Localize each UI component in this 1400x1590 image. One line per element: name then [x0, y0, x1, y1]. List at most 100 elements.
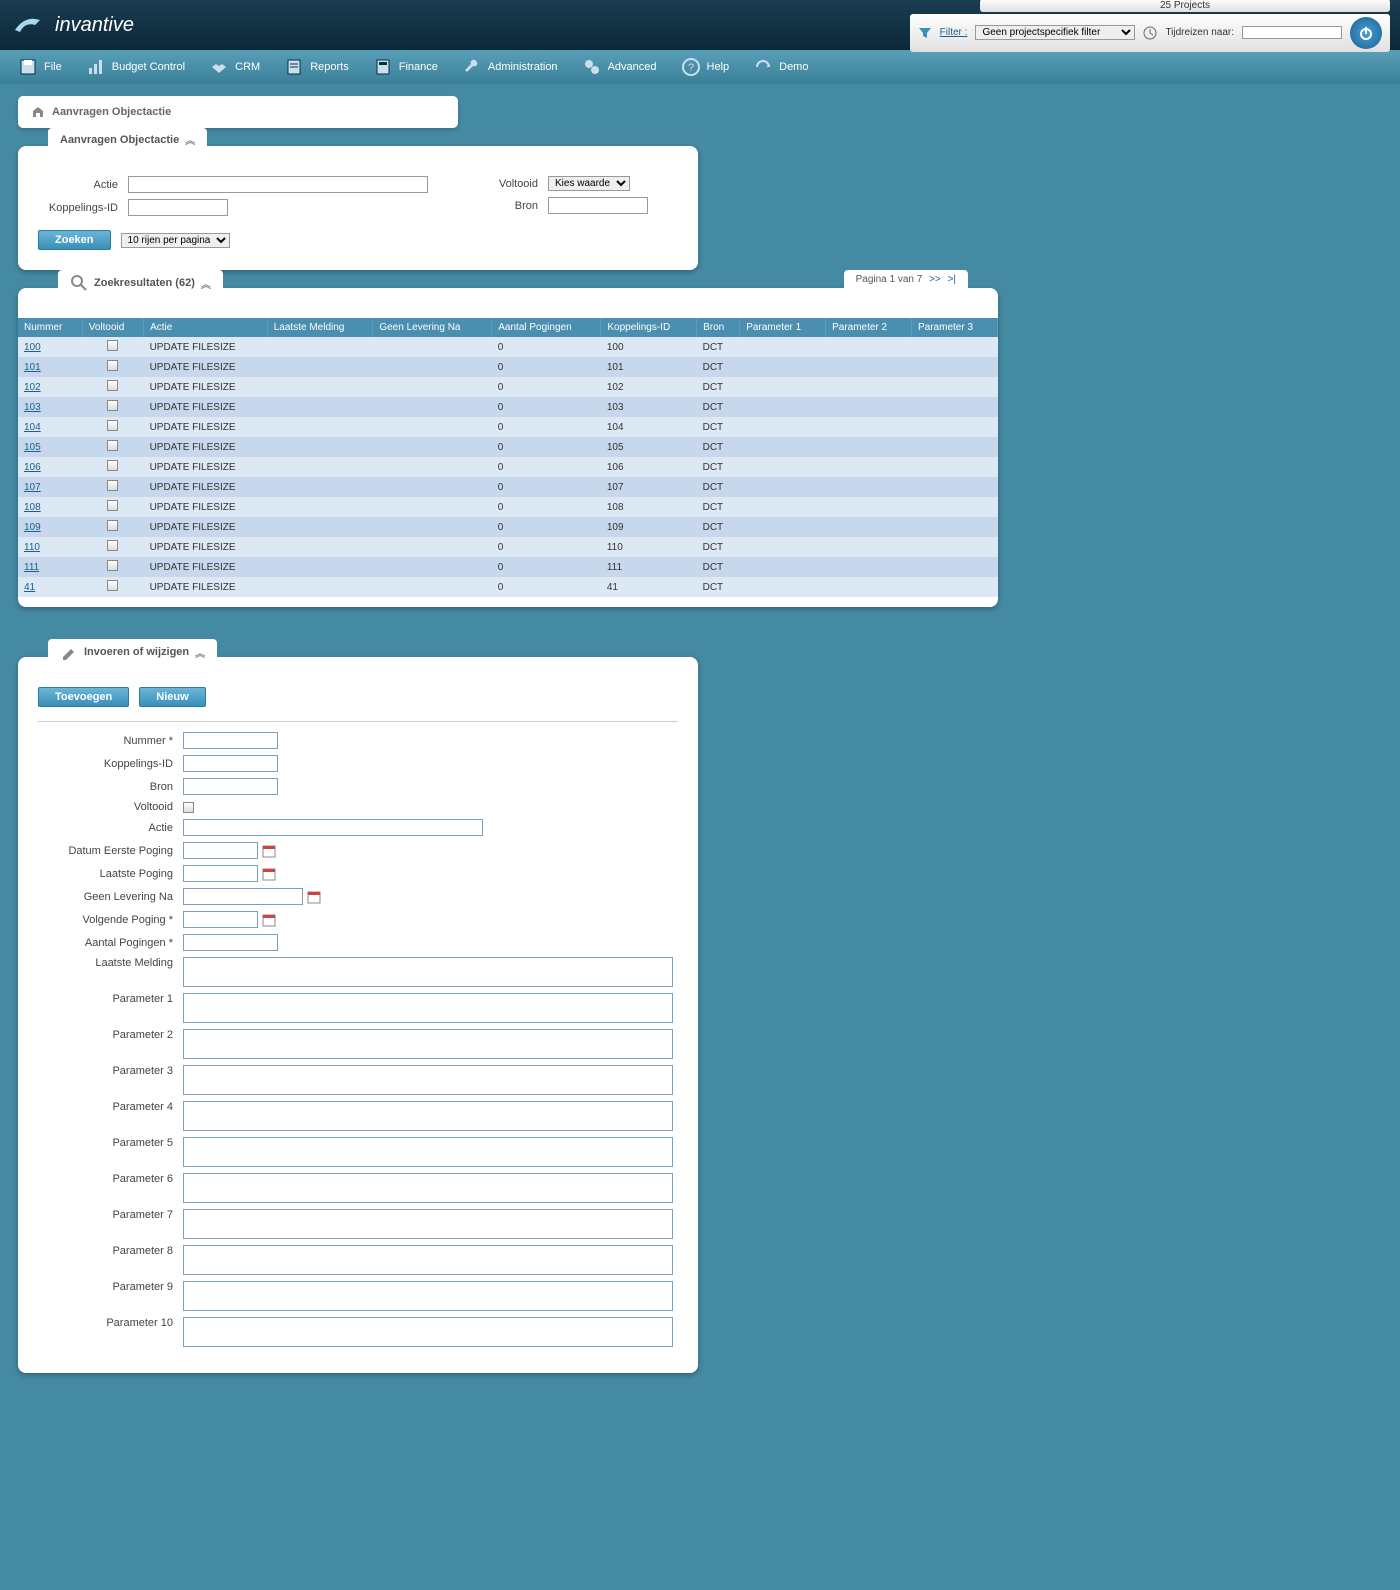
table-header[interactable]: Bron	[697, 318, 740, 337]
nummer-link[interactable]: 100	[24, 342, 41, 353]
voltooid-checkbox[interactable]	[107, 560, 118, 571]
p5-input[interactable]	[183, 1137, 673, 1167]
p10-input[interactable]	[183, 1317, 673, 1347]
pagination-next[interactable]: >>	[929, 274, 941, 285]
nummer-link[interactable]: 102	[24, 382, 41, 393]
nummer-link[interactable]: 103	[24, 402, 41, 413]
nummer-input[interactable]	[183, 732, 278, 749]
menu-crm[interactable]: CRM	[199, 51, 270, 83]
calendar-icon[interactable]	[262, 913, 276, 927]
home-icon[interactable]	[32, 106, 44, 118]
toevoegen-button[interactable]: Toevoegen	[38, 687, 129, 707]
nummer-link[interactable]: 108	[24, 502, 41, 513]
nummer-link[interactable]: 107	[24, 482, 41, 493]
calendar-icon[interactable]	[262, 867, 276, 881]
menu-budget[interactable]: Budget Control	[76, 51, 195, 83]
menu-finance[interactable]: Finance	[363, 51, 448, 83]
voltooid-checkbox[interactable]	[107, 360, 118, 371]
p8-input[interactable]	[183, 1245, 673, 1275]
calendar-icon[interactable]	[307, 890, 321, 904]
actie-label2: Actie	[38, 822, 183, 834]
voltooid-checkbox[interactable]	[107, 340, 118, 351]
collapse-icon[interactable]: ︽	[201, 276, 211, 291]
filter-select[interactable]: Geen projectspecifiek filter	[975, 25, 1135, 40]
table-header[interactable]: Aantal Pogingen	[492, 318, 601, 337]
actie-input2[interactable]	[183, 819, 483, 836]
cell-voltooid	[82, 577, 143, 597]
voltooid-checkbox[interactable]	[107, 580, 118, 591]
koppelings-input[interactable]	[128, 199, 228, 216]
calendar-icon[interactable]	[262, 844, 276, 858]
collapse-icon[interactable]: ︽	[185, 132, 195, 147]
voltooid-checkbox[interactable]	[107, 500, 118, 511]
bron-input[interactable]	[548, 197, 648, 214]
nummer-link[interactable]: 110	[24, 542, 40, 553]
datum-eerste-label: Datum Eerste Poging	[38, 845, 183, 857]
collapse-icon[interactable]: ︽	[195, 645, 205, 660]
table-header[interactable]: Parameter 1	[740, 318, 826, 337]
nummer-link[interactable]: 41	[24, 582, 35, 593]
laatste-poging-input[interactable]	[183, 865, 258, 882]
table-header[interactable]: Voltooid	[82, 318, 143, 337]
voltooid-checkbox[interactable]	[183, 802, 194, 813]
p1-input[interactable]	[183, 993, 673, 1023]
volgende-poging-input[interactable]	[183, 911, 258, 928]
voltooid-checkbox[interactable]	[107, 420, 118, 431]
p4-input[interactable]	[183, 1101, 673, 1131]
p2-input[interactable]	[183, 1029, 673, 1059]
table-header[interactable]: Parameter 2	[826, 318, 912, 337]
tijdreizen-input[interactable]	[1242, 26, 1342, 39]
voltooid-checkbox[interactable]	[107, 440, 118, 451]
voltooid-checkbox[interactable]	[107, 460, 118, 471]
aantal-pogingen-input[interactable]	[183, 934, 278, 951]
menu-demo[interactable]: Demo	[743, 51, 818, 83]
p9-input[interactable]	[183, 1281, 673, 1311]
cell-pogingen: 0	[492, 457, 601, 477]
filter-link[interactable]: Filter :	[940, 27, 968, 38]
voltooid-checkbox[interactable]	[107, 480, 118, 491]
cell-pogingen: 0	[492, 477, 601, 497]
table-header[interactable]: Geen Levering Na	[373, 318, 492, 337]
pagination-last[interactable]: >|	[948, 274, 956, 285]
power-button[interactable]	[1350, 17, 1382, 49]
menu-help[interactable]: ?Help	[671, 51, 740, 83]
table-header[interactable]: Laatste Melding	[267, 318, 373, 337]
table-header[interactable]: Nummer	[18, 318, 82, 337]
geen-levering-input[interactable]	[183, 888, 303, 905]
p4-label: Parameter 4	[38, 1101, 183, 1113]
menu-advanced[interactable]: Advanced	[572, 51, 667, 83]
p3-input[interactable]	[183, 1065, 673, 1095]
zoeken-button[interactable]: Zoeken	[38, 230, 111, 250]
table-header[interactable]: Actie	[144, 318, 268, 337]
p6-input[interactable]	[183, 1173, 673, 1203]
bron-input2[interactable]	[183, 778, 278, 795]
menu-reports[interactable]: Reports	[274, 51, 359, 83]
menu-admin[interactable]: Administration	[452, 51, 568, 83]
menu-file[interactable]: File	[8, 51, 72, 83]
cell-actie: UPDATE FILESIZE	[144, 457, 268, 477]
voltooid-checkbox[interactable]	[107, 380, 118, 391]
cell-bron: DCT	[697, 457, 740, 477]
voltooid-checkbox[interactable]	[107, 540, 118, 551]
rows-per-page-select[interactable]: 10 rijen per pagina	[121, 233, 230, 248]
cell-p1	[740, 357, 826, 377]
table-header[interactable]: Koppelings-ID	[601, 318, 697, 337]
nummer-link[interactable]: 106	[24, 462, 41, 473]
nieuw-button[interactable]: Nieuw	[139, 687, 205, 707]
voltooid-select[interactable]: Kies waarde	[548, 176, 630, 191]
nummer-link[interactable]: 111	[24, 562, 39, 573]
datum-eerste-input[interactable]	[183, 842, 258, 859]
voltooid-checkbox[interactable]	[107, 400, 118, 411]
voltooid-checkbox[interactable]	[107, 520, 118, 531]
nummer-link[interactable]: 105	[24, 442, 41, 453]
table-header[interactable]: Parameter 3	[912, 318, 998, 337]
nummer-link[interactable]: 101	[24, 362, 41, 373]
nummer-link[interactable]: 104	[24, 422, 41, 433]
p7-input[interactable]	[183, 1209, 673, 1239]
laatste-melding-input[interactable]	[183, 957, 673, 987]
cell-p3	[912, 457, 998, 477]
actie-input[interactable]	[128, 176, 428, 193]
koppel-input[interactable]	[183, 755, 278, 772]
nummer-link[interactable]: 109	[24, 522, 41, 533]
cell-p1	[740, 497, 826, 517]
